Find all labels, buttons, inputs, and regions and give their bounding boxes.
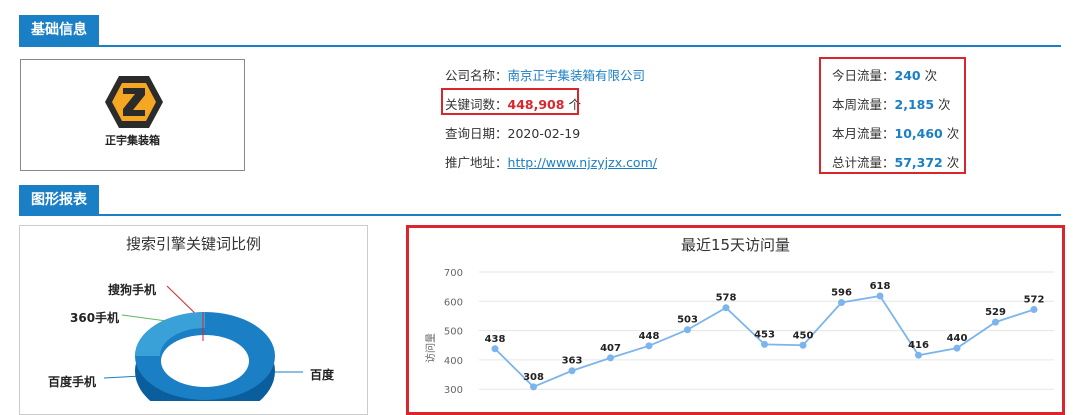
data-point[interactable]: [838, 298, 845, 306]
data-point[interactable]: [684, 326, 691, 334]
data-point[interactable]: [568, 367, 576, 375]
data-label: 578: [716, 293, 737, 304]
data-point[interactable]: [491, 345, 499, 353]
traffic-unit: 次: [924, 68, 938, 83]
pie-label-360-mobile: 360手机: [70, 311, 120, 325]
data-label: 529: [985, 307, 1006, 318]
data-label: 308: [523, 372, 544, 383]
data-point[interactable]: [645, 342, 653, 350]
traffic-row-month: 本月流量：10,460 次: [832, 123, 959, 142]
section-divider: [19, 214, 1061, 216]
logo-hexagon-icon: [105, 76, 163, 128]
section-divider: [19, 45, 1061, 47]
traffic-label: 本周流量：: [832, 97, 895, 112]
data-label: 363: [562, 356, 583, 367]
data-point[interactable]: [876, 292, 884, 300]
traffic-row-today: 今日流量：240 次: [832, 65, 937, 84]
data-point[interactable]: [607, 354, 614, 362]
y-tick-label: 600: [444, 297, 463, 308]
y-tick-label: 700: [444, 268, 463, 279]
data-label: 440: [947, 333, 968, 344]
data-label: 416: [908, 340, 929, 351]
data-label: 596: [831, 287, 852, 298]
donut-hole: [161, 335, 249, 387]
company-name-value[interactable]: 南京正宇集装箱有限公司: [508, 68, 646, 83]
data-point[interactable]: [530, 383, 537, 391]
promo-url-link[interactable]: http://www.njzyjzx.com/: [508, 155, 657, 170]
promo-url-row: 推广地址：http://www.njzyjzx.com/: [445, 152, 657, 171]
traffic-unit: 次: [946, 155, 960, 170]
data-point[interactable]: [799, 341, 807, 349]
data-point[interactable]: [953, 344, 961, 352]
traffic-label: 本月流量：: [832, 126, 895, 141]
y-tick-label: 300: [444, 385, 463, 396]
data-label: 618: [870, 281, 891, 292]
query-date-value: 2020-02-19: [507, 126, 581, 141]
pie-label-sogou-mobile: 搜狗手机: [108, 283, 157, 297]
traffic-value: 57,372: [894, 155, 943, 170]
company-name-row: 公司名称：南京正宇集装箱有限公司: [445, 65, 645, 84]
data-label: 407: [600, 343, 621, 354]
pie-label-baidu: 百度: [310, 368, 335, 382]
pie-label-baidu-mobile: 百度手机: [48, 375, 97, 389]
data-label: 438: [485, 334, 506, 345]
query-date-label: 查询日期：: [445, 126, 508, 141]
data-point[interactable]: [722, 304, 730, 312]
y-tick-label: 400: [444, 356, 463, 367]
section-tab-basic-info: 基础信息: [19, 15, 99, 45]
data-label: 503: [677, 315, 698, 326]
logo-text: 正宇集装箱: [105, 134, 160, 147]
traffic-unit: 次: [938, 97, 951, 112]
data-label: 453: [754, 329, 775, 340]
promo-url-label: 推广地址：: [445, 155, 508, 170]
y-tick-label: 500: [444, 327, 463, 338]
data-point[interactable]: [1030, 306, 1038, 314]
data-label: 450: [793, 330, 814, 341]
visits-line-chart: 300 400 500 600 700 访问量 438 308 363 407 448 503 578 4…: [424, 268, 1054, 396]
traffic-value: 10,460: [894, 126, 943, 141]
traffic-value: 2,185: [894, 97, 935, 112]
data-point[interactable]: [761, 340, 768, 348]
keywords-highlight-box: [441, 88, 579, 115]
keyword-ratio-panel: 搜索引擎关键词比例 搜狗手机 360手机 百度手机 百度: [19, 225, 368, 415]
visits-chart-panel: 最近15天访问量 300 400 500 600 700 访问量 438 308 363 407 4…: [406, 225, 1065, 415]
traffic-row-total: 总计流量：57,372 次: [832, 152, 959, 171]
traffic-unit: 次: [946, 126, 960, 141]
traffic-row-week: 本周流量：2,185 次: [832, 94, 951, 113]
traffic-value: 240: [894, 68, 921, 83]
section-tab-charts: 图形报表: [19, 185, 99, 215]
traffic-label: 总计流量：: [832, 155, 895, 170]
data-label: 572: [1024, 295, 1045, 306]
company-logo: 正宇集装箱: [20, 59, 245, 171]
query-date-row: 查询日期：2020-02-19: [445, 123, 580, 142]
traffic-label: 今日流量：: [832, 68, 895, 83]
data-point[interactable]: [915, 351, 922, 359]
y-axis-label: 访问量: [424, 333, 437, 363]
data-label: 448: [639, 331, 660, 342]
data-point[interactable]: [992, 318, 999, 326]
company-name-label: 公司名称：: [445, 68, 508, 83]
